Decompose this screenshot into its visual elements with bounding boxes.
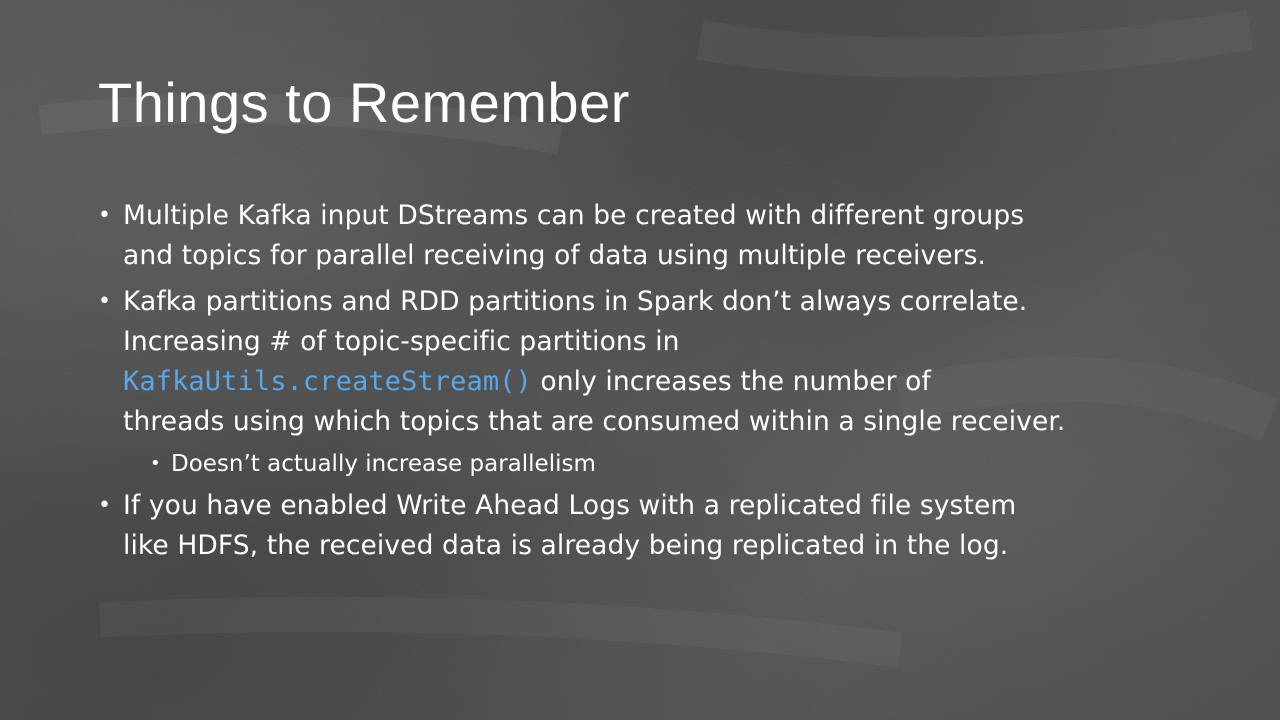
bullet-text-line: and topics for parallel receiving of dat… [123, 240, 987, 271]
bullet-item: • Multiple Kafka input DStreams can be c… [98, 196, 1188, 276]
bullet-item: • Kafka partitions and RDD partitions in… [98, 282, 1188, 442]
bullet-text-line: threads using which topics that are cons… [123, 406, 1066, 437]
slide: Things to Remember • Multiple Kafka inpu… [0, 0, 1280, 720]
sub-bullet-item: • Doesn’t actually increase parallelism [98, 448, 1188, 480]
bullet-text-line-with-code: KafkaUtils.createStream() only increases… [123, 362, 1188, 402]
bullet-item: • If you have enabled Write Ahead Logs w… [98, 486, 1188, 566]
bullet-text-line: Increasing # of topic-specific partition… [123, 326, 680, 357]
bullet-text-line: If you have enabled Write Ahead Logs wit… [123, 490, 1017, 521]
sub-bullet-dot-icon: • [150, 453, 161, 474]
bullet-dot-icon: • [98, 203, 112, 228]
sub-bullet-text: Doesn’t actually increase parallelism [171, 451, 596, 477]
bullet-dot-icon: • [98, 493, 112, 518]
slide-title: Things to Remember [98, 71, 630, 134]
bullet-text-line: Kafka partitions and RDD partitions in S… [123, 286, 1028, 317]
bullet-text-line: like HDFS, the received data is already … [123, 530, 1009, 561]
bullet-text-line: Multiple Kafka input DStreams can be cre… [123, 200, 1025, 231]
code-snippet: KafkaUtils.createStream() [123, 366, 532, 397]
bullet-list: • Multiple Kafka input DStreams can be c… [98, 196, 1188, 572]
bullet-text-fragment: only increases the number of [531, 366, 931, 397]
bullet-dot-icon: • [98, 289, 112, 314]
